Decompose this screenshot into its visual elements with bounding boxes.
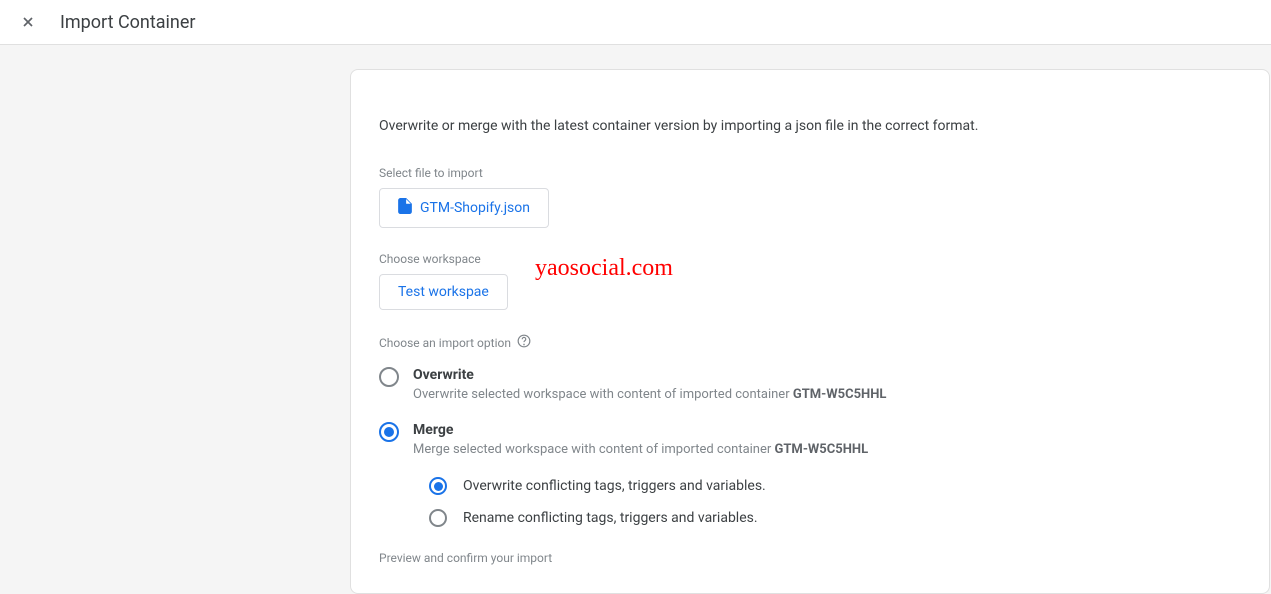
- sub-rename-radio[interactable]: [429, 509, 447, 527]
- watermark-text: yaosocial.com: [535, 255, 673, 282]
- workspace-select-button[interactable]: Test workspae: [379, 274, 508, 310]
- help-icon[interactable]: [517, 334, 531, 351]
- merge-option[interactable]: Merge Merge selected workspace with cont…: [379, 422, 1241, 457]
- merge-radio[interactable]: [379, 422, 399, 442]
- merge-sub-options: Overwrite conflicting tags, triggers and…: [429, 477, 1241, 527]
- overwrite-desc: Overwrite selected workspace with conten…: [413, 387, 1241, 402]
- file-select-button[interactable]: GTM-Shopify.json: [379, 188, 549, 228]
- sub-rename-option[interactable]: Rename conflicting tags, triggers and va…: [429, 509, 1241, 527]
- selected-filename: GTM-Shopify.json: [420, 200, 530, 216]
- overwrite-radio[interactable]: [379, 367, 399, 387]
- sub-overwrite-label: Overwrite conflicting tags, triggers and…: [463, 478, 766, 494]
- sub-overwrite-option[interactable]: Overwrite conflicting tags, triggers and…: [429, 477, 1241, 495]
- dialog-header: Import Container: [0, 0, 1271, 45]
- file-section-label: Select file to import: [379, 166, 1241, 180]
- overwrite-option[interactable]: Overwrite Overwrite selected workspace w…: [379, 367, 1241, 402]
- close-button[interactable]: [16, 10, 40, 34]
- import-option-label: Choose an import option: [379, 334, 1241, 351]
- preview-label: Preview and confirm your import: [379, 551, 1241, 565]
- file-icon: [398, 198, 412, 218]
- sub-rename-label: Rename conflicting tags, triggers and va…: [463, 510, 758, 526]
- merge-desc: Merge selected workspace with content of…: [413, 442, 1241, 457]
- instruction-text: Overwrite or merge with the latest conta…: [379, 118, 1241, 134]
- selected-workspace: Test workspae: [398, 284, 489, 300]
- workspace-section-label: Choose workspace: [379, 252, 1241, 266]
- merge-container-id: GTM-W5C5HHL: [775, 442, 869, 457]
- dialog-title: Import Container: [60, 12, 196, 33]
- import-card: Overwrite or merge with the latest conta…: [350, 69, 1270, 594]
- close-icon: [20, 14, 36, 30]
- content-area: Overwrite or merge with the latest conta…: [0, 45, 1271, 594]
- sub-overwrite-radio[interactable]: [429, 477, 447, 495]
- overwrite-container-id: GTM-W5C5HHL: [793, 387, 887, 402]
- merge-title: Merge: [413, 422, 1241, 438]
- overwrite-title: Overwrite: [413, 367, 1241, 383]
